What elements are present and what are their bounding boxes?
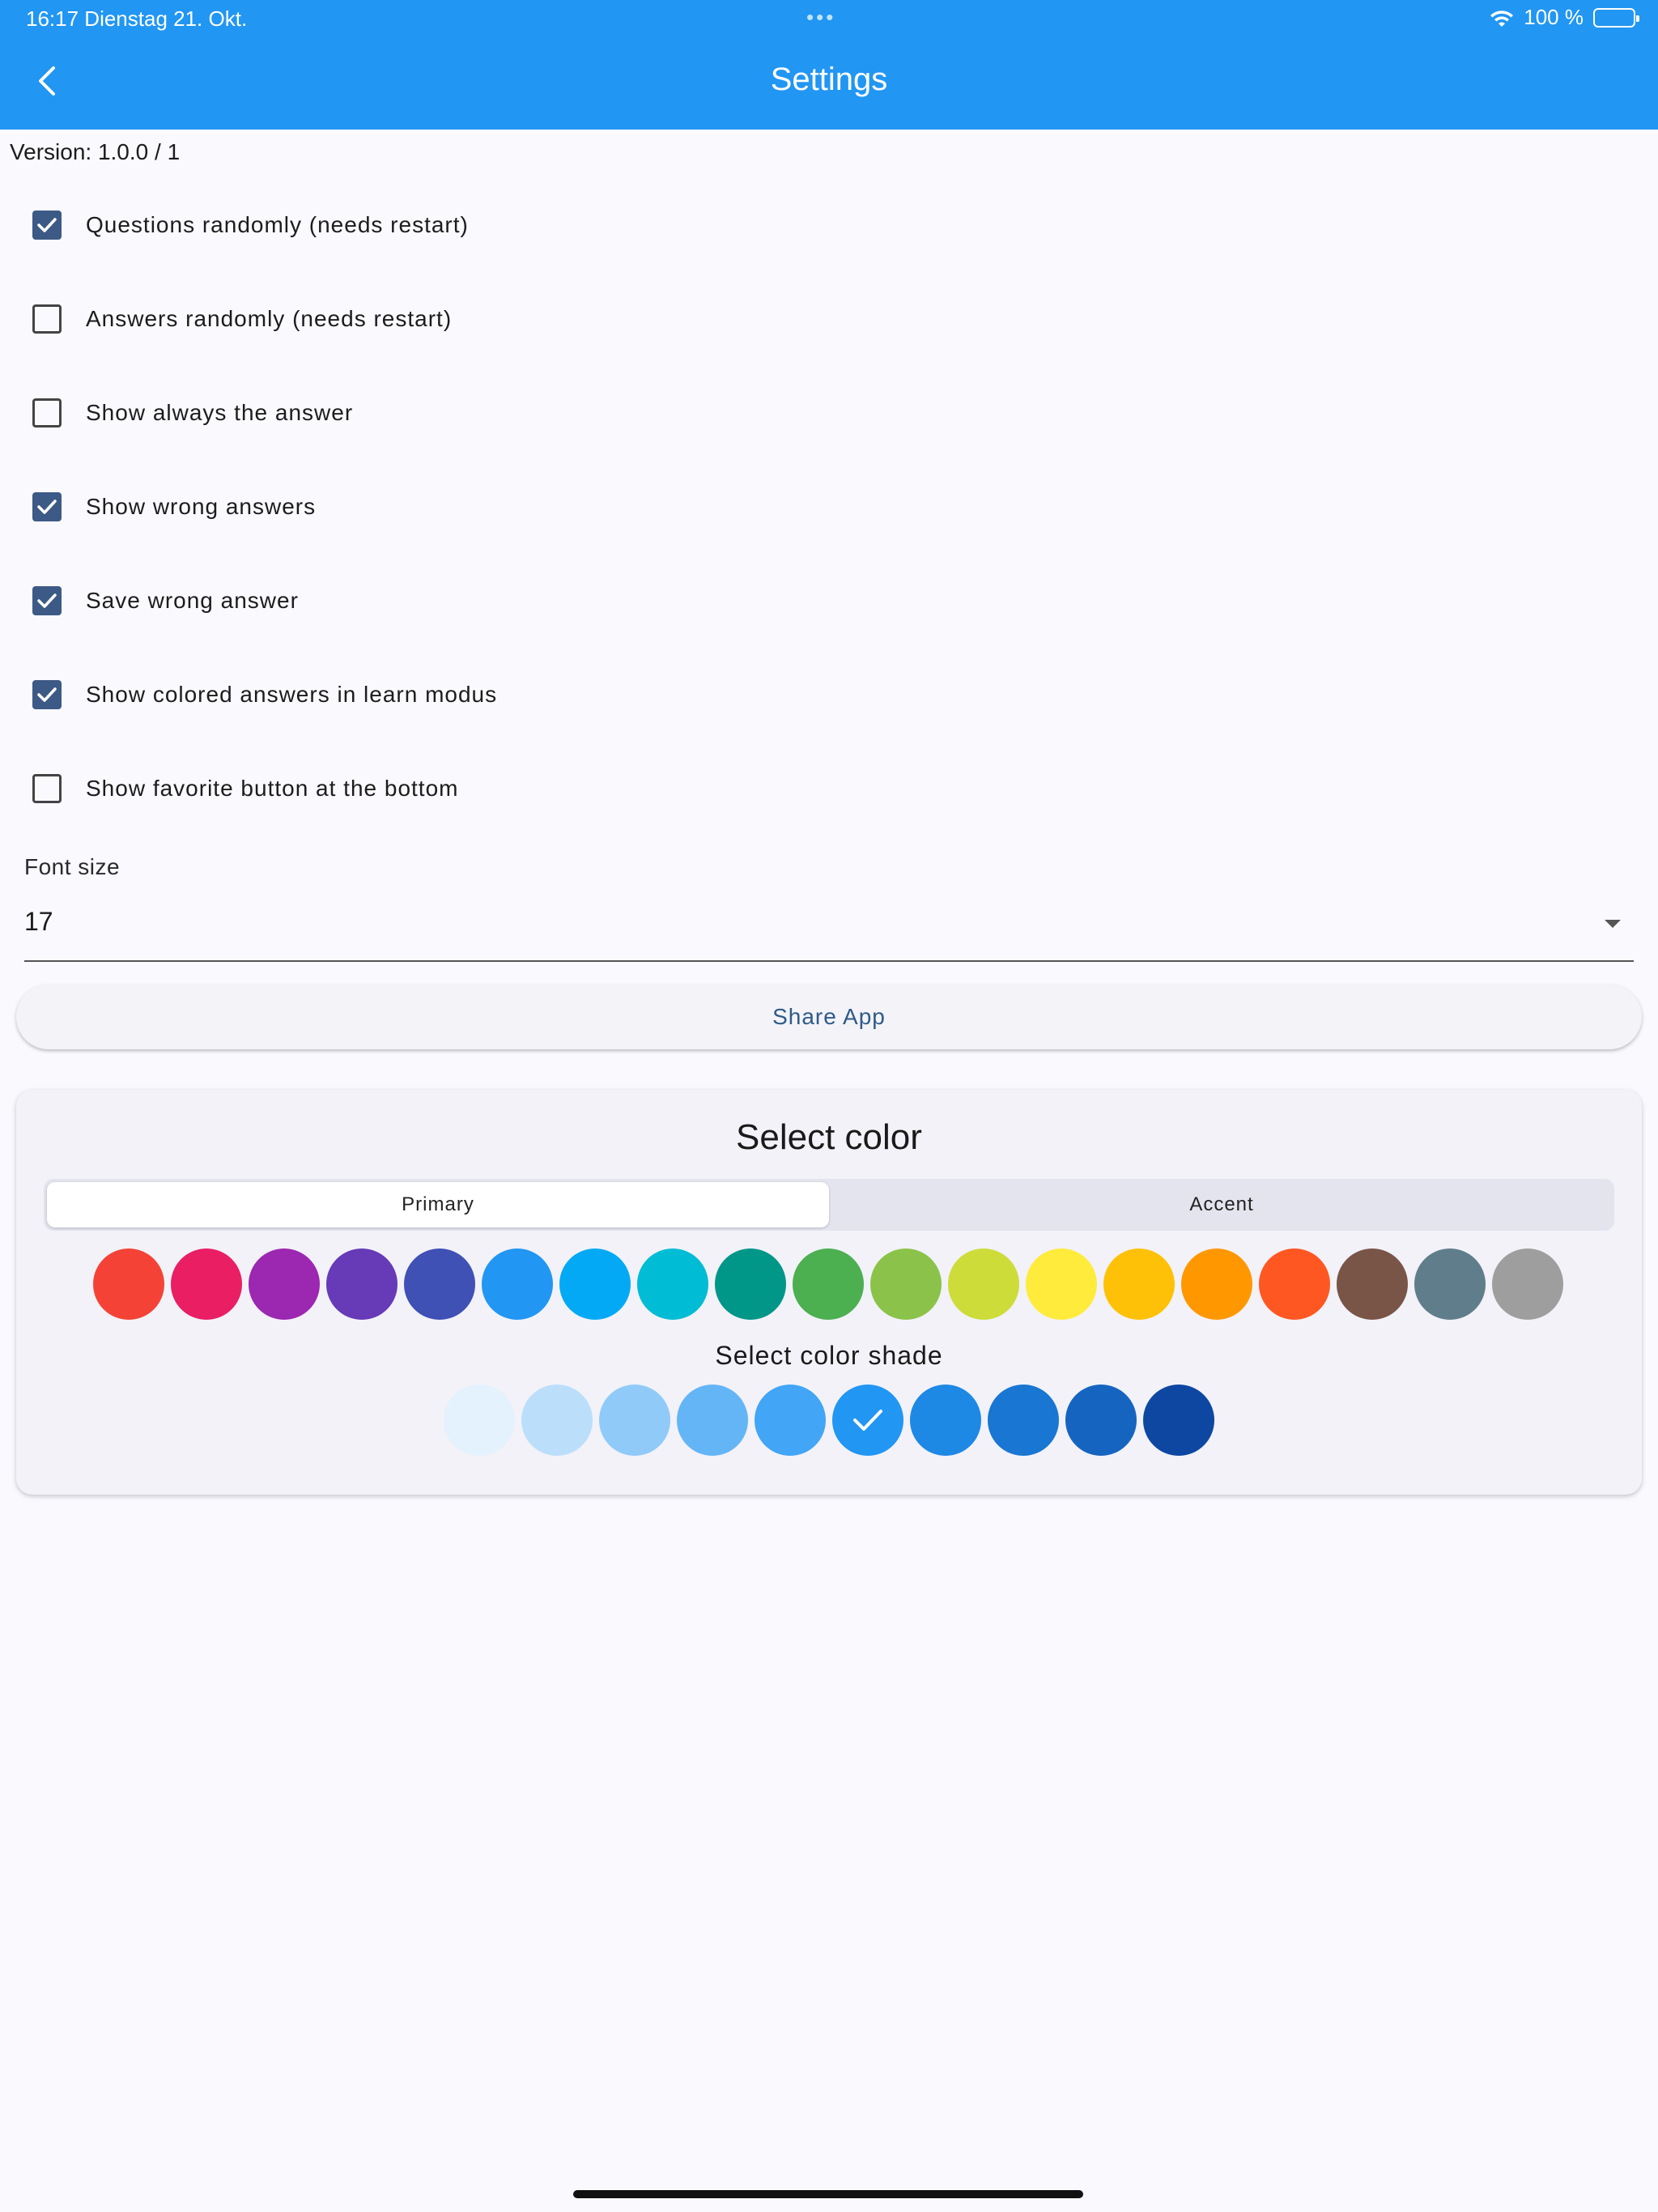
- color-shade-swatch[interactable]: [1065, 1385, 1137, 1456]
- color-shade-swatch[interactable]: [599, 1385, 670, 1456]
- dropdown-arrow-icon: [1605, 920, 1621, 928]
- checkmark-icon: [37, 218, 57, 232]
- multitasking-dots[interactable]: •••: [806, 5, 835, 30]
- setting-row[interactable]: Show wrong answers: [0, 466, 1658, 547]
- setting-checkbox[interactable]: [32, 398, 62, 428]
- setting-checkbox[interactable]: [32, 680, 62, 709]
- color-swatch[interactable]: [1414, 1249, 1486, 1320]
- setting-label: Save wrong answer: [86, 588, 299, 613]
- color-shade-title: Select color shade: [715, 1341, 943, 1370]
- setting-row[interactable]: Save wrong answer: [0, 560, 1658, 641]
- font-size-dropdown[interactable]: 17: [24, 900, 1634, 962]
- font-size-label: Font size: [24, 854, 121, 879]
- setting-checkbox[interactable]: [32, 774, 62, 803]
- status-time-date: 16:17 Dienstag 21. Okt.: [26, 6, 248, 31]
- tab-primary[interactable]: Primary: [47, 1182, 829, 1227]
- color-swatch[interactable]: [482, 1249, 553, 1320]
- battery-percentage: 100 %: [1524, 5, 1584, 29]
- home-indicator: [573, 2190, 1083, 2198]
- status-indicators: 100 %: [1490, 5, 1639, 30]
- color-shade-row: [444, 1385, 1214, 1456]
- setting-label: Answers randomly (needs restart): [86, 306, 453, 331]
- font-size-value: 17: [24, 907, 53, 936]
- color-swatch[interactable]: [948, 1249, 1019, 1320]
- color-swatch[interactable]: [1337, 1249, 1408, 1320]
- color-shade-swatch[interactable]: [910, 1385, 981, 1456]
- setting-row[interactable]: Answers randomly (needs restart): [0, 279, 1658, 359]
- setting-label: Show favorite button at the bottom: [86, 776, 459, 801]
- setting-label: Show wrong answers: [86, 494, 317, 519]
- color-swatch[interactable]: [870, 1249, 942, 1320]
- setting-checkbox[interactable]: [32, 586, 62, 615]
- color-picker-card: Select color Primary Accent Select color…: [16, 1090, 1642, 1495]
- color-shade-swatch[interactable]: [1143, 1385, 1214, 1456]
- color-swatch[interactable]: [1026, 1249, 1097, 1320]
- page-title: Settings: [770, 62, 888, 97]
- color-swatch[interactable]: [559, 1249, 631, 1320]
- color-swatch[interactable]: [1181, 1249, 1252, 1320]
- color-shade-swatch[interactable]: [521, 1385, 593, 1456]
- color-swatch[interactable]: [404, 1249, 475, 1320]
- setting-label: Questions randomly (needs restart): [86, 212, 469, 237]
- color-shade-swatch[interactable]: [444, 1385, 515, 1456]
- setting-row[interactable]: Show favorite button at the bottom: [0, 748, 1658, 829]
- battery-icon: [1593, 7, 1639, 28]
- color-swatch[interactable]: [326, 1249, 397, 1320]
- setting-row[interactable]: Show colored answers in learn modus: [0, 654, 1658, 735]
- color-shade-swatch[interactable]: [988, 1385, 1059, 1456]
- share-app-button[interactable]: Share App: [16, 985, 1642, 1049]
- color-swatch[interactable]: [715, 1249, 786, 1320]
- color-shade-swatch[interactable]: [832, 1385, 903, 1456]
- color-swatch[interactable]: [793, 1249, 864, 1320]
- setting-checkbox[interactable]: [32, 304, 62, 334]
- setting-row[interactable]: Questions randomly (needs restart): [0, 185, 1658, 266]
- color-picker-title: Select color: [736, 1117, 922, 1157]
- color-swatch[interactable]: [1259, 1249, 1330, 1320]
- color-swatch[interactable]: [1492, 1249, 1563, 1320]
- tab-accent[interactable]: Accent: [832, 1182, 1611, 1227]
- setting-label: Show always the answer: [86, 400, 354, 425]
- app-bar: 16:17 Dienstag 21. Okt. ••• 100 % Settin…: [0, 0, 1658, 130]
- color-swatch[interactable]: [637, 1249, 708, 1320]
- color-swatch[interactable]: [1103, 1249, 1175, 1320]
- checkmark-icon: [37, 593, 57, 608]
- setting-checkbox[interactable]: [32, 211, 62, 240]
- color-swatch[interactable]: [249, 1249, 320, 1320]
- color-swatch[interactable]: [171, 1249, 242, 1320]
- version-text: Version: 1.0.0 / 1: [10, 139, 181, 164]
- setting-label: Show colored answers in learn modus: [86, 682, 498, 707]
- color-shade-swatch[interactable]: [755, 1385, 826, 1456]
- color-swatch[interactable]: [93, 1249, 164, 1320]
- color-shade-swatch[interactable]: [677, 1385, 748, 1456]
- color-swatch-row: [93, 1249, 1563, 1320]
- wifi-icon: [1490, 9, 1514, 27]
- setting-checkbox[interactable]: [32, 492, 62, 521]
- checkmark-icon: [37, 500, 57, 514]
- checkmark-icon: [37, 687, 57, 702]
- color-type-tabs: Primary Accent: [44, 1179, 1614, 1231]
- setting-row[interactable]: Show always the answer: [0, 372, 1658, 453]
- checkmark-icon: [853, 1410, 882, 1431]
